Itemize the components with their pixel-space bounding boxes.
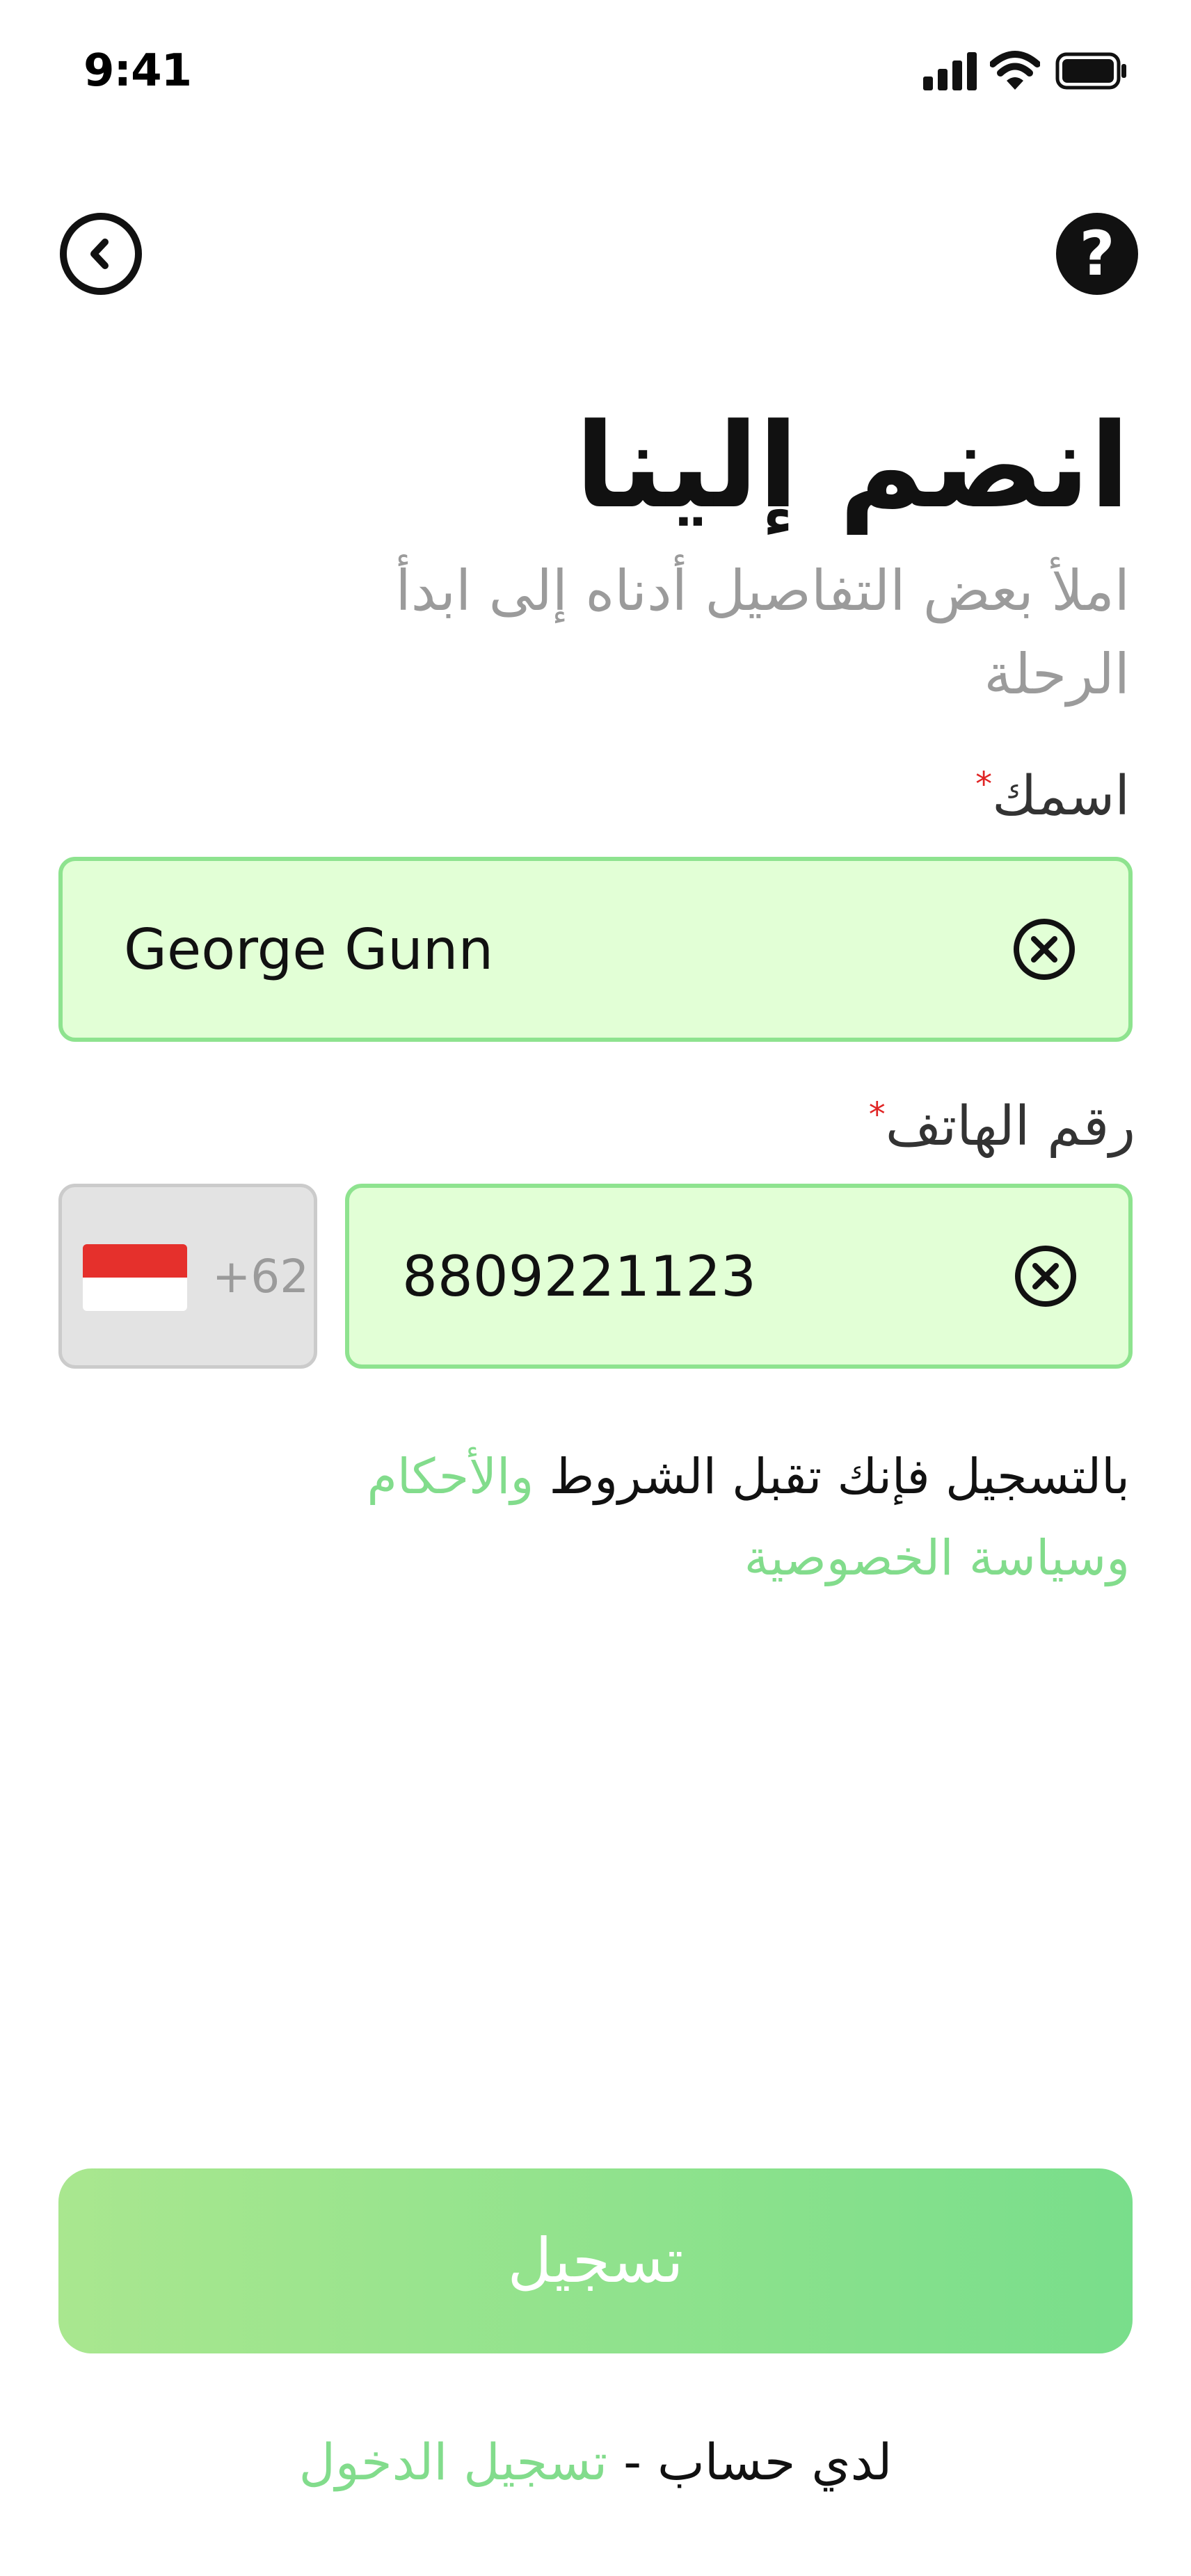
privacy-line: وسياسة الخصوصية <box>744 1520 1130 1596</box>
required-mark: * <box>975 765 993 804</box>
status-bar: 9:41 <box>0 0 1191 139</box>
name-input[interactable]: George Gunn <box>58 857 1133 1042</box>
name-input-value: George Gunn <box>124 917 494 982</box>
country-code: +62 <box>212 1249 310 1303</box>
name-label-text: اسمك <box>992 765 1130 828</box>
name-label: اسمك* <box>975 758 1130 835</box>
page-subtitle: املأ بعض التفاصيل أدناه إلى ابدأ الرحلة <box>395 558 1130 707</box>
home-indicator <box>431 2552 760 2561</box>
back-button[interactable] <box>60 213 142 295</box>
page-title: انضم إلينا <box>575 398 1130 534</box>
clear-name-icon[interactable] <box>1012 917 1076 981</box>
signal-icon <box>923 52 977 90</box>
privacy-policy-link[interactable]: وسياسة الخصوصية <box>744 1529 1130 1586</box>
phone-input[interactable]: 8809221123 <box>345 1184 1133 1369</box>
terms-text: بالتسجيل فإنك تقبل الشروط والأحكام <box>367 1438 1130 1515</box>
terms-link[interactable]: والأحكام <box>367 1448 534 1505</box>
status-icons <box>923 50 1128 92</box>
country-code-selector[interactable]: +62 <box>58 1184 317 1369</box>
phone-label-text: رقم الهاتف <box>885 1095 1135 1158</box>
wifi-icon <box>990 51 1040 90</box>
indonesia-flag-icon <box>83 1244 187 1311</box>
register-button-label: تسجيل <box>507 2225 684 2296</box>
battery-icon <box>1055 52 1126 90</box>
phone-input-value: 8809221123 <box>402 1243 756 1309</box>
status-time: 9:41 <box>83 45 192 97</box>
terms-prefix: بالتسجيل فإنك تقبل الشروط <box>534 1448 1130 1505</box>
login-prompt: لدي حساب - تسجيل الدخول <box>0 2424 1191 2500</box>
phone-label: رقم الهاتف* <box>869 1088 1135 1165</box>
login-link[interactable]: تسجيل الدخول <box>299 2433 608 2491</box>
required-mark: * <box>868 1095 886 1134</box>
question-mark-icon: ? <box>1079 218 1115 289</box>
chevron-left-icon <box>90 239 109 269</box>
have-account-text: لدي حساب - <box>607 2433 893 2491</box>
help-button[interactable]: ? <box>1056 213 1138 295</box>
clear-phone-icon[interactable] <box>1014 1244 1078 1308</box>
signup-screen: 9:41 ? انضم إلينا املأ بعض التفاصيل أدنا… <box>0 0 1191 2576</box>
register-button[interactable]: تسجيل <box>58 2168 1133 2353</box>
